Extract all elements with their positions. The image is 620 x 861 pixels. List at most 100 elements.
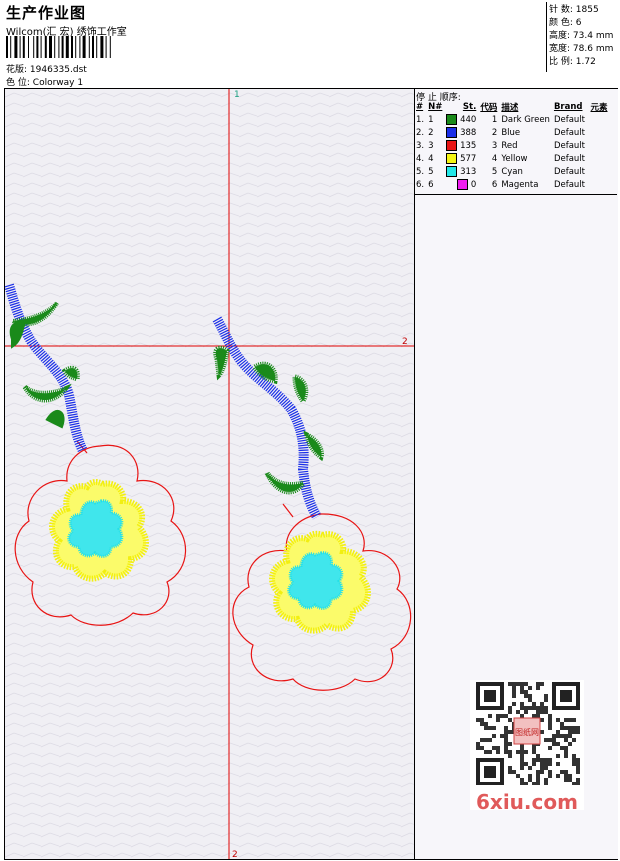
qr-module xyxy=(556,742,560,746)
stat-stitches: 针 数: 1855 xyxy=(549,5,599,15)
qr-module xyxy=(548,722,552,726)
qr-module xyxy=(508,766,512,770)
row-number: 5 xyxy=(428,166,434,177)
qr-module xyxy=(504,738,508,742)
row-number: 3 xyxy=(428,140,434,151)
barcode-bar xyxy=(44,36,47,58)
barcode-bar xyxy=(10,36,12,58)
row-number: 6 xyxy=(428,179,434,190)
qr-module xyxy=(520,690,524,694)
row-element xyxy=(589,165,610,178)
qr-module xyxy=(548,726,552,730)
row-index: 1. xyxy=(416,114,425,125)
color-swatch xyxy=(457,179,469,190)
table-row[interactable]: 1. 1 440 1 Dark Green Default xyxy=(414,113,610,126)
colorway-value: Colorway 1 xyxy=(32,78,84,88)
qr-module xyxy=(508,730,512,734)
qr-module xyxy=(564,738,568,742)
qr-module xyxy=(480,718,484,722)
row-code: 4 xyxy=(491,153,498,164)
table-row[interactable]: 6. 6 0 6 Magenta Default xyxy=(414,178,610,191)
barcode-bar xyxy=(22,36,25,58)
qr-module xyxy=(564,746,568,750)
color-swatch xyxy=(446,114,458,125)
table-row[interactable]: 2. 2 388 2 Blue Default xyxy=(414,126,610,139)
qr-module xyxy=(576,770,580,774)
qr-module xyxy=(504,742,508,746)
row-code: 2 xyxy=(491,127,498,138)
qr-module xyxy=(564,750,568,754)
qr-module xyxy=(488,726,492,730)
qr-module xyxy=(564,770,568,774)
qr-module xyxy=(540,730,544,734)
qr-module xyxy=(548,770,552,774)
qr-module xyxy=(524,782,528,786)
table-row[interactable]: 4. 4 577 4 Yellow Default xyxy=(414,152,610,165)
row-stitches: 313 xyxy=(444,165,478,178)
col-header: N# xyxy=(428,102,443,112)
qr-module xyxy=(576,758,580,762)
qr-module xyxy=(540,770,544,774)
qr-module xyxy=(560,746,564,750)
qr-module xyxy=(512,682,516,686)
row-brand: Default xyxy=(553,179,586,190)
qr-module xyxy=(500,714,504,718)
qr-module xyxy=(520,754,524,758)
qr-module xyxy=(572,758,576,762)
table-row[interactable]: 3. 3 135 3 Red Default xyxy=(414,139,610,152)
design-canvas[interactable]: 1 2 2 xyxy=(5,89,414,859)
qr-module xyxy=(508,750,512,754)
qr-module xyxy=(524,682,528,686)
qr-module xyxy=(568,774,572,778)
qr-module xyxy=(544,758,548,762)
qr-module xyxy=(520,682,524,686)
row-description: Red xyxy=(501,140,518,151)
fabric-texture xyxy=(5,89,414,859)
qr-module xyxy=(568,718,572,722)
qr-module xyxy=(484,750,488,754)
qr-module xyxy=(488,750,492,754)
row-code: 6 xyxy=(491,179,498,190)
row-description: Cyan xyxy=(501,166,523,177)
guide-marker-top: 1 xyxy=(234,90,240,100)
colorway-info: 色 位: Colorway 1 xyxy=(6,75,83,88)
panel-divider xyxy=(414,194,617,195)
qr-module xyxy=(520,750,524,754)
table-row[interactable]: 5. 5 313 5 Cyan Default xyxy=(414,165,610,178)
qr-module xyxy=(564,734,568,738)
stat-colors: 颜 色: 6 xyxy=(549,18,582,28)
row-index: 2. xyxy=(416,127,425,138)
qr-module xyxy=(476,742,480,746)
qr-module xyxy=(484,722,488,726)
qr-module xyxy=(476,746,480,750)
qr-module xyxy=(536,778,540,782)
qr-module xyxy=(492,726,496,730)
row-number: 2 xyxy=(428,127,434,138)
row-stitches: 0 xyxy=(444,178,478,191)
barcode-bar xyxy=(82,36,86,58)
qr-module xyxy=(548,762,552,766)
qr-module xyxy=(536,714,540,718)
qr-module xyxy=(512,686,516,690)
qr-module xyxy=(548,738,552,742)
qr-module xyxy=(536,686,540,690)
stat-width: 宽度: 78.6 mm xyxy=(549,44,614,54)
qr-module xyxy=(536,782,540,786)
row-brand: Default xyxy=(553,140,586,151)
qr-module xyxy=(508,710,512,714)
qr-module xyxy=(536,774,540,778)
qr-module xyxy=(528,686,532,690)
qr-module xyxy=(548,718,552,722)
qr-module xyxy=(512,690,516,694)
qr-module xyxy=(548,746,552,750)
color-swatch xyxy=(446,153,458,164)
qr-module xyxy=(556,754,560,758)
qr-module xyxy=(520,714,524,718)
qr-module xyxy=(552,742,556,746)
table-header-row: # N# St. 代码 描述 Brand 元素 xyxy=(414,101,610,113)
stats-panel: 针 数: 1855 颜 色: 6 高度: 73.4 mm 宽度: 78.6 mm… xyxy=(549,4,613,69)
barcode-bar xyxy=(19,36,21,58)
qr-module xyxy=(488,714,492,718)
qr-module xyxy=(528,698,532,702)
qr-module xyxy=(532,762,536,766)
